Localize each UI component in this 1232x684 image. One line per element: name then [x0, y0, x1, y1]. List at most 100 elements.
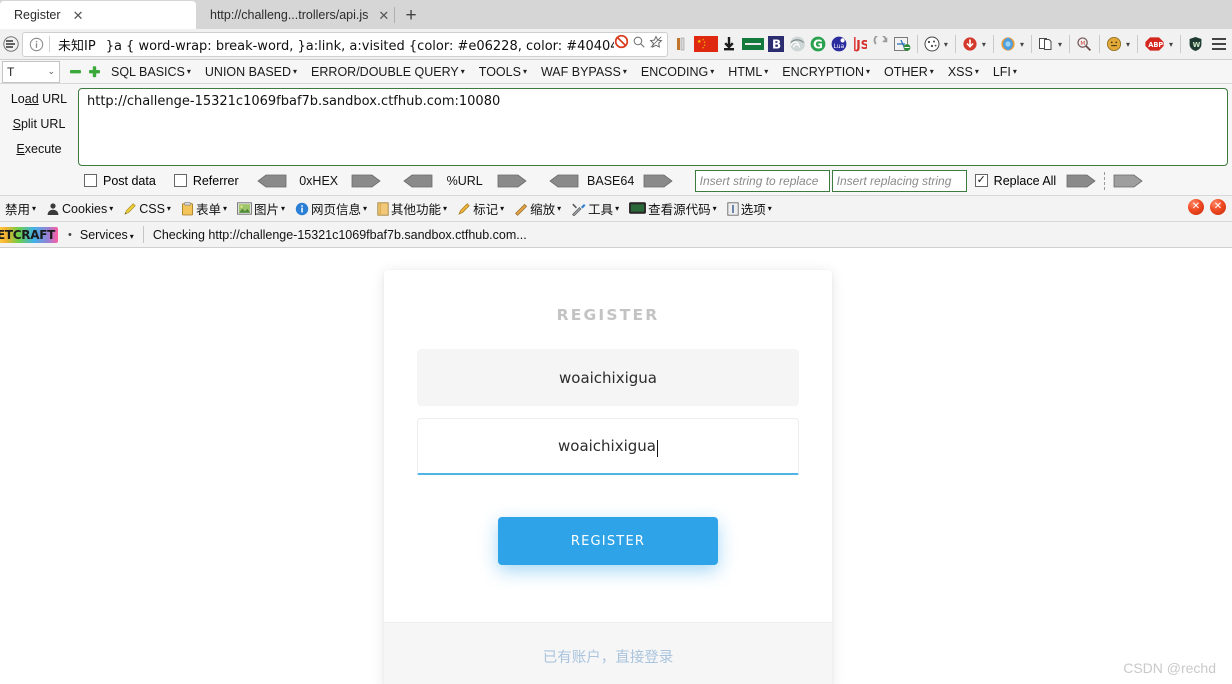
- address-bar[interactable]: 未知IP}a { word-wrap: break-word, }a:link,…: [22, 31, 668, 57]
- hackbar-menu-html[interactable]: HTML ▾: [721, 65, 775, 79]
- hackbar-menu-error-double-query[interactable]: ERROR/DOUBLE QUERY ▾: [304, 65, 472, 79]
- webdev-item-mark[interactable]: 标记 ▾: [452, 199, 509, 218]
- page-content: REGISTER woaichixigua woaichixigua REGIS…: [0, 248, 1232, 684]
- menu-icon[interactable]: [1206, 29, 1232, 60]
- new-tab-button[interactable]: +: [397, 3, 425, 29]
- tab-apijs[interactable]: http://challeng...trollers/api.js ✕: [196, 1, 392, 29]
- china-flag-icon[interactable]: ★ ★ ★ ★ ★: [693, 34, 719, 55]
- username-input[interactable]: woaichixigua: [417, 349, 799, 406]
- menu-label: UNION BASED: [204, 64, 292, 79]
- decode-arrow-icon[interactable]: [403, 174, 433, 188]
- hackbar-menu-bar: T ⌄ SQL BASICS ▾ UNION BASED ▾ ERROR/DOUBL…: [0, 60, 1232, 84]
- webdev-item-disable[interactable]: 禁用 ▾: [0, 199, 41, 218]
- lua-icon[interactable]: Lua: [829, 34, 850, 55]
- hackbar-menu-sql-basics[interactable]: SQL BASICS ▾: [104, 65, 198, 79]
- download-arrow-icon[interactable]: [719, 34, 740, 55]
- decode-arrow-icon[interactable]: [549, 174, 579, 188]
- plus-icon[interactable]: [88, 65, 101, 78]
- webdev-item-tools[interactable]: 工具 ▾: [566, 199, 624, 218]
- webdev-item-cookies[interactable]: Cookies ▾: [41, 202, 118, 216]
- magnifier-icon[interactable]: M: [1074, 34, 1095, 55]
- split-url-button[interactable]: Split URL: [13, 117, 66, 131]
- replace-run-arrow-icon[interactable]: [1113, 174, 1143, 188]
- close-icon[interactable]: ✕: [1210, 199, 1226, 215]
- tamper-data-icon[interactable]: [960, 34, 981, 55]
- hackbar-menu-encryption[interactable]: ENCRYPTION ▾: [775, 65, 877, 79]
- shield-icon[interactable]: W: [1185, 34, 1206, 55]
- webdev-item-css[interactable]: CSS ▾: [118, 202, 176, 216]
- menu-label: ENCODING: [640, 64, 709, 79]
- webdev-item-forms[interactable]: 表单 ▾: [176, 199, 232, 218]
- chevron-down-icon[interactable]: ▾: [1020, 40, 1024, 49]
- chevron-down-icon[interactable]: ▾: [944, 40, 948, 49]
- webdev-item-zoom[interactable]: 缩放 ▾: [509, 199, 566, 218]
- replace-from-input[interactable]: Insert string to replace: [694, 169, 830, 192]
- menu-label: ENCRYPTION: [782, 64, 865, 79]
- chevron-down-icon: ▾: [615, 204, 620, 213]
- translate-icon[interactable]: [892, 34, 913, 55]
- smiley-icon[interactable]: [1104, 34, 1125, 55]
- baidu-b-icon[interactable]: B: [766, 34, 787, 55]
- green-bar-icon[interactable]: [740, 34, 766, 55]
- post-data-checkbox[interactable]: Post data: [84, 174, 156, 188]
- chevron-down-icon[interactable]: ▾: [1126, 40, 1130, 49]
- netcraft-services-menu[interactable]: Services ▾: [80, 228, 134, 242]
- login-link[interactable]: 已有账户，直接登录: [543, 646, 674, 667]
- back-forward-icon[interactable]: [0, 36, 22, 52]
- toolbar-divider: [1068, 35, 1070, 53]
- minus-icon[interactable]: [69, 65, 82, 78]
- js-icon[interactable]: JS: [850, 34, 871, 55]
- hackbar-menu-waf-bypass[interactable]: WAF BYPASS ▾: [534, 65, 634, 79]
- hackbar-menu-xss[interactable]: XSS ▾: [941, 65, 986, 79]
- hackbar-menu-tools[interactable]: TOOLS ▾: [472, 65, 534, 79]
- encode-arrow-icon[interactable]: [351, 174, 381, 188]
- firebug-icon[interactable]: [998, 34, 1019, 55]
- encode-arrow-icon[interactable]: [643, 174, 673, 188]
- abp-icon[interactable]: ABP: [1142, 34, 1168, 55]
- replace-apply-arrow-icon[interactable]: [1066, 174, 1096, 188]
- page-copy-icon[interactable]: [1036, 34, 1057, 55]
- decode-arrow-icon[interactable]: [257, 174, 287, 188]
- password-input[interactable]: woaichixigua: [417, 418, 799, 475]
- close-icon[interactable]: ✕: [1188, 199, 1204, 215]
- search-magnifier-icon[interactable]: [632, 35, 646, 54]
- register-submit-button[interactable]: REGISTER: [498, 517, 718, 565]
- execute-button[interactable]: Execute: [16, 142, 61, 156]
- reload-icon[interactable]: [871, 34, 892, 55]
- hackbar-menu-other[interactable]: OTHER ▾: [877, 65, 941, 79]
- tab-close-icon[interactable]: ✕: [71, 8, 86, 23]
- hackbar-menu-union-based[interactable]: UNION BASED ▾: [198, 65, 304, 79]
- bookmark-star-icon[interactable]: [649, 34, 663, 54]
- hackbar-menu-encoding[interactable]: ENCODING ▾: [634, 65, 721, 79]
- tab-register[interactable]: Register ✕: [0, 1, 196, 29]
- replace-all-checkbox[interactable]: Replace All: [974, 174, 1056, 188]
- browser-window: Register ✕ http://challeng...trollers/ap…: [0, 0, 1232, 684]
- webdev-item-view-source[interactable]: 查看源代码 ▾: [624, 199, 722, 218]
- svg-text:B: B: [772, 38, 781, 52]
- referrer-checkbox[interactable]: Referrer: [173, 174, 239, 188]
- chevron-down-icon[interactable]: ▾: [1058, 40, 1062, 49]
- webdev-item-page-info[interactable]: 网页信息 ▾: [290, 199, 372, 218]
- replace-to-input[interactable]: Insert replacing string: [831, 169, 967, 192]
- encode-arrow-icon[interactable]: [497, 174, 527, 188]
- load-url-button[interactable]: Load URL: [11, 92, 67, 106]
- webdev-item-other[interactable]: 其他功能 ▾: [372, 199, 452, 218]
- google-g-icon[interactable]: G: [808, 34, 829, 55]
- tab-label: http://challeng...trollers/api.js: [210, 8, 369, 22]
- tab-close-icon[interactable]: ✕: [378, 8, 389, 23]
- marker-icon: [457, 202, 471, 216]
- library-icon[interactable]: [672, 34, 693, 55]
- tab-strip-filler: [425, 0, 1232, 29]
- wave-icon[interactable]: [787, 34, 808, 55]
- chevron-down-icon[interactable]: ▾: [1169, 40, 1173, 49]
- hackbar-url-textarea[interactable]: http://challenge-15321c1069fbaf7b.sandbo…: [78, 88, 1228, 166]
- info-icon[interactable]: [23, 37, 49, 52]
- chevron-down-icon[interactable]: ▾: [982, 40, 986, 49]
- hackbar-profile-select[interactable]: T ⌄: [2, 60, 60, 83]
- webdev-item-options[interactable]: 选项 ▾: [722, 199, 777, 218]
- cookie-icon[interactable]: [922, 34, 943, 55]
- hackbar-menu-lfi[interactable]: LFI ▾: [986, 65, 1024, 79]
- block-icon[interactable]: [614, 34, 629, 54]
- webdev-item-images[interactable]: 图片 ▾: [232, 199, 290, 218]
- address-divider: [49, 36, 50, 52]
